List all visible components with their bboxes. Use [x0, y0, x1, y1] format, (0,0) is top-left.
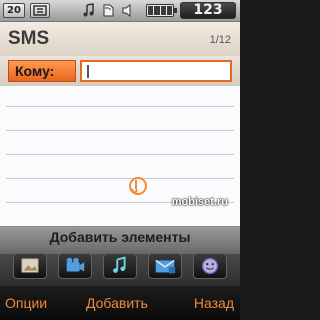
recipient-row: Кому: [0, 56, 240, 86]
ruled-line [6, 106, 234, 107]
ruled-line [6, 178, 234, 179]
ruled-line [6, 130, 234, 131]
speaker-icon [121, 3, 135, 18]
ruled-line [6, 154, 234, 155]
image-icon [21, 258, 39, 273]
status-bar: 20 123 [0, 0, 240, 22]
text-caret [87, 65, 89, 78]
page-title: SMS [8, 28, 50, 49]
insert-video-button[interactable] [58, 253, 92, 279]
insert-template-button[interactable] [148, 253, 182, 279]
status-time: 123 [180, 2, 236, 19]
softkey-bar: Опции Добавить Назад [0, 286, 240, 320]
music-icon [82, 3, 96, 18]
back-softkey[interactable]: Назад [194, 295, 234, 311]
options-softkey[interactable]: Опции [5, 295, 47, 311]
network-icon [30, 3, 50, 18]
battery-icon [146, 4, 177, 17]
memory-card-icon [101, 3, 115, 18]
insert-emoticon-button[interactable] [193, 253, 227, 279]
page-counter: 1/12 [209, 34, 231, 46]
message-header: SMS 1/12 [0, 22, 240, 56]
add-softkey[interactable]: Добавить [86, 295, 148, 311]
recipient-label: Кому: [8, 60, 76, 82]
music-note-icon [113, 256, 126, 273]
insert-panel: Добавить элементы [0, 226, 240, 286]
video-icon [66, 257, 85, 272]
emoticon-icon [201, 257, 219, 275]
insert-panel-title: Добавить элементы [49, 229, 191, 245]
watermark-text: mobiset.ru [171, 196, 228, 208]
message-template-icon [155, 259, 176, 274]
signal-strength: 20 [3, 3, 25, 18]
watermark-logo-icon [128, 176, 148, 196]
recipient-input[interactable] [80, 60, 232, 82]
insert-music-button[interactable] [103, 253, 137, 279]
insert-image-button[interactable] [13, 253, 47, 279]
